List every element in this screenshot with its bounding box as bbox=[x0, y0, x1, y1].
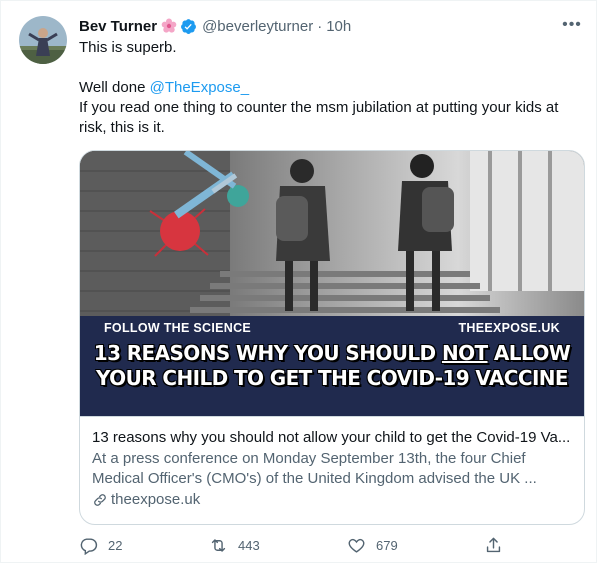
retweet-icon bbox=[211, 539, 226, 552]
headline-part-2: ALLOW bbox=[487, 341, 571, 365]
tweet-text-prefix: Well done bbox=[79, 79, 150, 96]
link-preview-card[interactable]: FOLLOW THE SCIENCE THEEXPOSE.UK 13 REASO… bbox=[79, 150, 585, 525]
headline-line-1: 13 REASONS WHY YOU SHOULD NOT ALLOW bbox=[80, 341, 584, 366]
reply-count: 22 bbox=[108, 538, 123, 553]
card-headline: 13 REASONS WHY YOU SHOULD NOT ALLOW YOUR… bbox=[80, 341, 584, 391]
share-icon bbox=[486, 537, 501, 553]
card-title: 13 reasons why you should not allow your… bbox=[92, 429, 571, 446]
flower-emoji-icon bbox=[161, 18, 177, 33]
banner-right-label: THEEXPOSE.UK bbox=[458, 321, 560, 335]
headline-line-2: YOUR CHILD TO GET THE COVID-19 VACCINE bbox=[96, 366, 569, 390]
mention-link[interactable]: @TheExpose_ bbox=[150, 79, 249, 96]
card-description: At a press conference on Monday Septembe… bbox=[92, 450, 537, 487]
tweet-text-line: If you read one thing to counter the msm… bbox=[79, 99, 559, 136]
action-bar: 22 443 679 bbox=[79, 536, 509, 558]
more-icon[interactable]: ••• bbox=[560, 15, 584, 35]
separator-dot: · bbox=[317, 17, 323, 35]
tweet-text: This is superb. Well done @TheExpose_ If… bbox=[79, 38, 579, 138]
card-body: 13 reasons why you should not allow your… bbox=[80, 416, 584, 510]
card-domain-text: theexpose.uk bbox=[111, 491, 201, 508]
retweet-button[interactable]: 443 bbox=[209, 536, 260, 555]
tweet-timestamp[interactable]: 10h bbox=[326, 18, 351, 35]
reply-icon bbox=[80, 538, 98, 555]
retweet-count: 443 bbox=[238, 538, 260, 553]
headline-part-1: 13 REASONS WHY YOU SHOULD bbox=[93, 341, 442, 365]
tweet-text-line: Well done @TheExpose_ bbox=[79, 78, 579, 98]
author-handle[interactable]: @beverleyturner bbox=[202, 18, 313, 35]
headline-emphasis: NOT bbox=[441, 341, 488, 365]
like-button[interactable]: 679 bbox=[347, 536, 398, 555]
like-count: 679 bbox=[376, 538, 398, 553]
reply-button[interactable]: 22 bbox=[79, 536, 122, 555]
author-name[interactable]: Bev Turner bbox=[79, 18, 157, 35]
tweet-header: Bev Turner @beverleyturner · 10h bbox=[79, 15, 351, 37]
card-domain: theexpose.uk bbox=[92, 490, 572, 510]
banner-labels: FOLLOW THE SCIENCE THEEXPOSE.UK bbox=[104, 321, 560, 335]
share-button[interactable] bbox=[484, 536, 503, 555]
link-icon bbox=[94, 494, 106, 506]
banner-left-label: FOLLOW THE SCIENCE bbox=[104, 321, 252, 335]
verified-badge-icon bbox=[181, 18, 197, 34]
like-icon bbox=[348, 538, 365, 553]
card-image: FOLLOW THE SCIENCE THEEXPOSE.UK 13 REASO… bbox=[80, 151, 584, 416]
tweet: Bev Turner @beverleyturner · 10h ••• Thi… bbox=[0, 0, 597, 563]
tweet-text-line: This is superb. bbox=[79, 39, 177, 56]
avatar[interactable] bbox=[19, 16, 67, 64]
